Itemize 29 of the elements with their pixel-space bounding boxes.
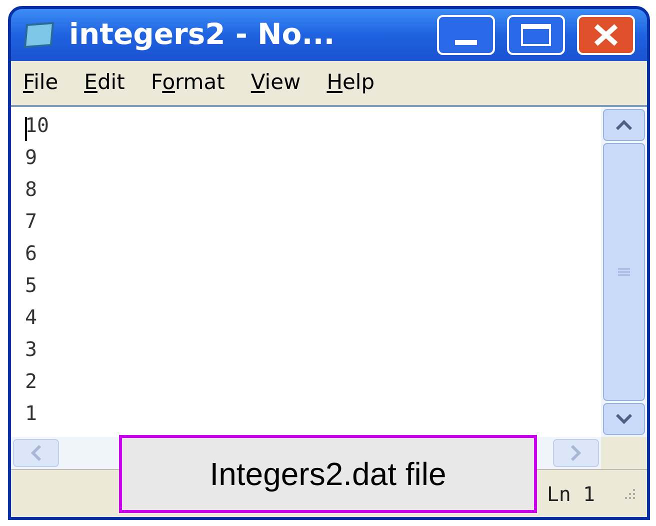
notepad-icon xyxy=(23,21,57,49)
menu-item[interactable]: Help xyxy=(322,67,379,99)
window-title: integers2 - No... xyxy=(69,16,336,54)
text-line: 7 xyxy=(25,208,38,235)
minimize-button[interactable] xyxy=(437,15,495,55)
text-line: 6 xyxy=(25,240,38,267)
annotation-overlay: Integers2.dat file xyxy=(119,435,537,513)
text-line: 3 xyxy=(25,336,38,363)
close-icon xyxy=(593,23,619,47)
text-line: 2 xyxy=(25,368,38,395)
text-line: 10 xyxy=(25,112,50,139)
maximize-button[interactable] xyxy=(507,15,565,55)
text-line: 5 xyxy=(25,272,38,299)
scroll-down-button[interactable] xyxy=(603,403,645,435)
close-button[interactable] xyxy=(577,15,635,55)
text-line: 1 xyxy=(25,400,38,427)
grip-icon xyxy=(617,267,631,277)
resize-grip-icon xyxy=(625,488,635,500)
menu-item[interactable]: View xyxy=(246,67,305,99)
menu-item[interactable]: Format xyxy=(146,67,229,99)
text-line: 8 xyxy=(25,176,38,203)
cursor-position: Ln 1 xyxy=(546,480,595,508)
vertical-scrollbar[interactable] xyxy=(601,107,647,437)
menu-item[interactable]: File xyxy=(19,67,62,99)
text-line: 4 xyxy=(25,304,38,331)
menu-item[interactable]: Edit xyxy=(80,67,129,99)
scroll-up-button[interactable] xyxy=(603,109,645,141)
scroll-thumb[interactable] xyxy=(603,143,645,401)
text-line: 9 xyxy=(25,144,38,171)
